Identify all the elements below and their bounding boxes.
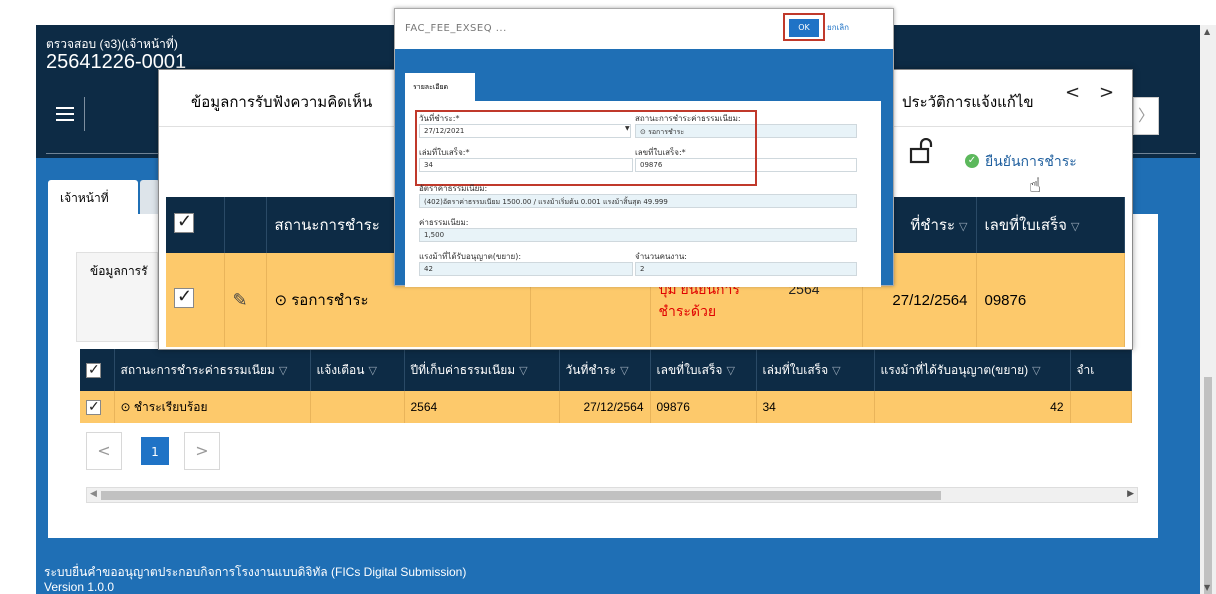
scroll-right-icon[interactable]: ▶	[1127, 489, 1134, 499]
vertical-scrollbar[interactable]: ▲ ▼	[1200, 25, 1216, 594]
dialog-history-title: ประวัติการแจ้งแก้ไข	[902, 94, 1034, 111]
next-page-button[interactable]: >	[184, 432, 220, 470]
table-row[interactable]: ⊙ ชำระเรียบร้อย 2564 27/12/2564 09876 34…	[80, 391, 1132, 423]
ok-highlight: OK	[783, 13, 825, 41]
screen: ตรวจสอบ (จ3)(เจ้าหน้าที่) 25641226-0001 …	[0, 0, 1216, 594]
footer-version: Version 1.0.0	[44, 580, 115, 594]
filter-icon[interactable]: ▽	[1032, 365, 1040, 377]
rate-field: (402)อัตราค่าธรรมเนียม 1500.00 / แรงม้าเ…	[419, 194, 857, 208]
filter-icon[interactable]: ▽	[279, 365, 287, 377]
cancel-button[interactable]: ยกเลิก	[827, 21, 849, 34]
column-header: สถานะการชำระค่าธรรมเนียม	[120, 362, 275, 377]
select-all-checkbox[interactable]	[80, 349, 115, 391]
column-header: แจ้งเตือน	[316, 362, 365, 377]
fee-year: 2564	[404, 391, 560, 423]
extra-cell	[1070, 391, 1132, 423]
fee-table: สถานะการชำระค่าธรรมเนียม▽ แจ้งเตือน▽ ปีท…	[80, 349, 1132, 423]
status-icon: ⊙	[274, 292, 292, 309]
ok-button[interactable]: OK	[789, 19, 819, 37]
pay-date: 27/12/2564	[559, 391, 651, 423]
column-header: เลขที่ใบเสร็จ	[656, 362, 723, 377]
popup-header: FAC_FEE_EXSEQ ... OK ยกเลิก	[395, 9, 893, 49]
dialog-row-checkbox[interactable]	[166, 253, 225, 347]
filter-icon[interactable]: ▽	[832, 365, 840, 377]
scroll-down-icon[interactable]: ▼	[1204, 583, 1210, 592]
popup-title: FAC_FEE_EXSEQ ...	[405, 23, 507, 34]
dialog-select-all-checkbox[interactable]	[166, 197, 225, 253]
vscroll-thumb[interactable]	[1204, 377, 1212, 594]
unlock-icon[interactable]	[909, 138, 935, 164]
hp-field: 42	[419, 262, 633, 276]
filter-icon[interactable]: ▽	[1071, 221, 1079, 233]
filter-icon[interactable]: ▽	[959, 221, 967, 233]
hand-cursor-icon: ☝	[1029, 173, 1042, 197]
receipt-number: 09876	[976, 253, 1125, 347]
receipt-book: 34	[756, 391, 875, 423]
column-header: แรงม้าที่ได้รับอนุญาต(ขยาย)	[880, 362, 1029, 377]
dialog-next-button[interactable]: >	[1099, 82, 1114, 103]
info-card-label: ข้อมูลการรั	[90, 264, 148, 278]
status-icon: ⊙	[120, 399, 134, 414]
scroll-left-icon[interactable]: ◀	[90, 489, 97, 499]
filter-icon[interactable]: ▽	[726, 365, 734, 377]
payment-status: รอการชำระ	[291, 292, 369, 309]
edit-pencil-icon[interactable]: ✎	[224, 253, 267, 347]
row-checkbox[interactable]	[80, 391, 115, 423]
alert-cell	[310, 391, 405, 423]
column-header: ปีที่เก็บค่าธรรมเนียม	[410, 362, 516, 377]
workers-field: 2	[635, 262, 857, 276]
page-1-button[interactable]: 1	[141, 437, 169, 465]
fee-edit-popup: FAC_FEE_EXSEQ ... OK ยกเลิก รายละเอียด ว…	[394, 8, 894, 287]
required-fields-highlight	[415, 110, 757, 186]
column-header: เลขที่ใบเสร็จ	[984, 217, 1067, 234]
prev-page-button[interactable]: <	[86, 432, 122, 470]
payment-status: ชำระเรียบร้อย	[133, 399, 208, 414]
horizontal-scrollbar[interactable]: ◀ ▶	[86, 487, 1138, 503]
side-next-button[interactable]: 〉	[1133, 97, 1159, 135]
receipt-number: 09876	[650, 391, 757, 423]
column-header: ที่ชำระ	[910, 217, 956, 234]
tab-details[interactable]: รายละเอียด	[405, 73, 475, 101]
annotation-line: ชำระด้วย	[658, 303, 717, 319]
filter-icon[interactable]: ▽	[620, 365, 628, 377]
fee-table-header: สถานะการชำระค่าธรรมเนียม▽ แจ้งเตือน▽ ปีท…	[80, 349, 1132, 391]
fee-field: 1,500	[419, 228, 857, 242]
column-header: จำเ	[1070, 349, 1132, 391]
filter-icon[interactable]: ▽	[519, 365, 527, 377]
scroll-thumb[interactable]	[101, 491, 941, 500]
horsepower: 42	[874, 391, 1071, 423]
header-divider	[84, 97, 85, 131]
footer-system-name: ระบบยื่นคำขออนุญาตประกอบกิจการโรงงานแบบด…	[44, 565, 467, 579]
dialog-title: ข้อมูลการรับฟังความคิดเห็น	[191, 94, 373, 111]
check-circle-icon: ✓	[965, 154, 979, 168]
confirm-payment-button[interactable]: ยืนยันการชำระ	[985, 151, 1077, 173]
dialog-prev-button[interactable]: <	[1065, 82, 1080, 103]
footer: ระบบยื่นคำขออนุญาตประกอบกิจการโรงงานแบบด…	[44, 565, 466, 594]
column-header: เล่มที่ใบเสร็จ	[762, 362, 829, 377]
filter-icon[interactable]: ▽	[368, 365, 376, 377]
hamburger-menu-icon[interactable]	[56, 107, 74, 121]
column-header: วันที่ชำระ	[565, 362, 617, 377]
scroll-up-icon[interactable]: ▲	[1204, 27, 1210, 36]
